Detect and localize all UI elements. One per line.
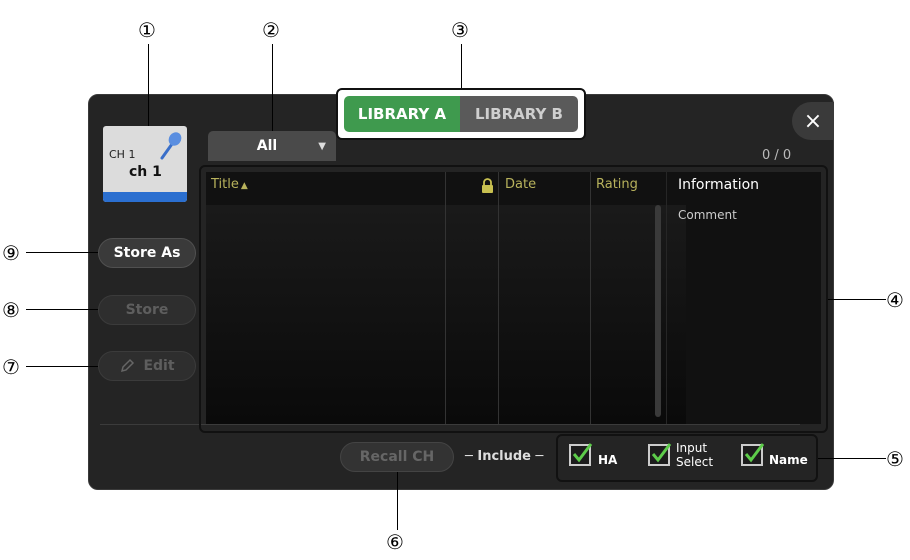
callout-6: ⑥ (386, 530, 404, 554)
leader-line (26, 366, 98, 367)
leader-line (26, 309, 98, 310)
column-divider (590, 172, 591, 424)
sort-ascending-icon: ▲ (240, 181, 248, 191)
store-as-button[interactable]: Store As (98, 238, 196, 268)
list-scrollbar[interactable] (655, 205, 661, 417)
close-button[interactable]: × (792, 102, 834, 140)
callout-4: ④ (886, 288, 904, 312)
input-select-label-line2: Select (676, 455, 714, 469)
pencil-icon (121, 358, 135, 373)
include-label: ─ Include ─ (465, 449, 544, 464)
checkmark-icon (744, 443, 765, 463)
leader-line (397, 472, 398, 530)
store-button[interactable]: Store (98, 295, 196, 325)
channel-name: ch 1 (129, 164, 162, 180)
leader-line (272, 44, 273, 131)
tab-library-a[interactable]: LIBRARY A (344, 96, 460, 132)
channel-color-bar (103, 192, 187, 202)
microphone-icon (160, 132, 182, 160)
column-title-header[interactable]: Title ▲ (211, 177, 248, 192)
callout-1: ① (138, 18, 156, 42)
column-title-label: Title (211, 177, 239, 192)
dropdown-arrow-icon: ▼ (318, 141, 326, 152)
column-divider (498, 172, 499, 424)
library-list-body[interactable] (206, 205, 686, 424)
leader-line (148, 44, 149, 126)
ha-label: HA (598, 453, 618, 467)
store-label: Store (125, 302, 169, 318)
name-label: Name (769, 453, 808, 467)
leader-line (828, 299, 886, 300)
callout-7: ⑦ (2, 355, 20, 379)
lock-icon[interactable] (481, 178, 494, 194)
tab-library-b[interactable]: LIBRARY B (460, 96, 578, 132)
column-information-header: Information (678, 177, 760, 193)
recall-channel-button[interactable]: Recall CH (340, 442, 454, 472)
callout-5: ⑤ (886, 447, 904, 471)
filter-selected: All (256, 138, 278, 154)
comment-label: Comment (678, 208, 737, 222)
input-select-checkbox[interactable] (648, 443, 672, 466)
recall-label: Recall CH (359, 449, 435, 465)
callout-3: ③ (451, 18, 469, 42)
channel-number: CH 1 (109, 148, 136, 161)
ha-checkbox[interactable] (569, 443, 593, 466)
column-date-header[interactable]: Date (505, 177, 536, 192)
name-checkbox[interactable] (741, 443, 765, 466)
edit-button[interactable]: Edit (98, 351, 196, 381)
callout-2: ② (262, 18, 280, 42)
checkmark-icon (572, 443, 593, 463)
column-rating-header[interactable]: Rating (596, 177, 638, 192)
checkmark-icon (651, 443, 672, 463)
leader-line (461, 44, 462, 88)
edit-label: Edit (143, 358, 175, 374)
category-filter-dropdown[interactable]: All ▼ (208, 131, 336, 161)
close-icon: × (803, 108, 823, 134)
item-count: 0 / 0 (762, 148, 792, 163)
channel-thumbnail[interactable]: CH 1 ch 1 (103, 126, 187, 202)
library-tabs: LIBRARY A LIBRARY B (336, 88, 586, 140)
input-select-label: Input Select (676, 441, 713, 469)
leader-line (26, 252, 98, 253)
callout-8: ⑧ (2, 298, 20, 322)
input-select-label-line1: Input (676, 441, 708, 455)
leader-line (818, 458, 886, 459)
callout-9: ⑨ (2, 241, 20, 265)
column-divider (666, 172, 667, 424)
column-divider (445, 172, 446, 424)
store-as-label: Store As (113, 245, 181, 261)
